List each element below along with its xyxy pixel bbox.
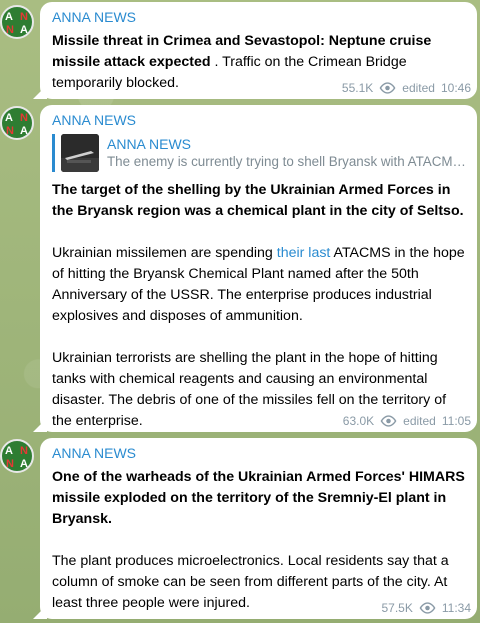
reply-sender: ANNA NEWS bbox=[107, 136, 192, 152]
svg-text:N: N bbox=[6, 125, 14, 137]
svg-text:A: A bbox=[5, 445, 13, 457]
message-meta: 55.1K edited 10:46 bbox=[342, 81, 471, 95]
view-count: 57.5K bbox=[381, 601, 413, 615]
channel-avatar[interactable]: A N N A bbox=[0, 106, 34, 140]
missile-image-icon bbox=[61, 134, 99, 172]
message-headline: The target of the shelling by the Ukrain… bbox=[52, 182, 464, 219]
svg-text:N: N bbox=[20, 445, 28, 457]
message-bubble[interactable]: ANNA NEWS One of the warheads of the Ukr… bbox=[40, 438, 477, 619]
message-paragraph: Ukrainian missilemen are spending their … bbox=[52, 245, 465, 324]
sender-name[interactable]: ANNA NEWS bbox=[52, 111, 467, 129]
timestamp: 11:05 bbox=[441, 414, 471, 428]
view-count: 63.0K bbox=[342, 414, 375, 428]
reply-text: The enemy is currently trying to shell B… bbox=[107, 154, 466, 169]
anna-logo-icon: A N N A bbox=[5, 11, 28, 36]
svg-text:N: N bbox=[6, 24, 14, 36]
svg-text:A: A bbox=[20, 125, 28, 137]
eye-icon bbox=[380, 415, 397, 427]
svg-text:A: A bbox=[20, 24, 28, 36]
sender-name[interactable]: ANNA NEWS bbox=[52, 8, 467, 26]
svg-text:A: A bbox=[20, 458, 28, 470]
svg-text:N: N bbox=[6, 458, 14, 470]
svg-text:A: A bbox=[5, 11, 13, 23]
channel-avatar[interactable]: A N N A bbox=[0, 5, 34, 39]
reply-thumbnail bbox=[61, 134, 99, 172]
message-bubble[interactable]: ANNA NEWS Missile threat in Crimea and S… bbox=[40, 2, 477, 99]
view-count: 55.1K bbox=[341, 81, 374, 95]
message-meta: 57.5K 11:34 bbox=[382, 601, 472, 615]
message-headline: One of the warheads of the Ukrainian Arm… bbox=[52, 469, 465, 527]
edited-label: edited bbox=[403, 414, 436, 428]
edited-label: edited bbox=[402, 81, 435, 95]
eye-icon bbox=[379, 82, 396, 94]
anna-logo-icon: A N N A bbox=[5, 445, 28, 470]
timestamp: 10:46 bbox=[440, 81, 471, 95]
timestamp: 11:34 bbox=[441, 601, 471, 615]
message-meta: 63.0K edited 11:05 bbox=[343, 414, 471, 428]
svg-text:A: A bbox=[5, 112, 13, 124]
sender-name[interactable]: ANNA NEWS bbox=[52, 444, 467, 462]
anna-logo-icon: A N N A bbox=[5, 112, 28, 137]
reply-preview[interactable]: ANNA NEWS The enemy is currently trying … bbox=[52, 134, 467, 172]
svg-text:N: N bbox=[20, 112, 28, 124]
channel-avatar[interactable]: A N N A bbox=[0, 439, 34, 473]
eye-icon bbox=[419, 602, 436, 614]
message-bubble[interactable]: ANNA NEWS ANNA NEWS The enemy is current… bbox=[40, 105, 477, 432]
inline-link[interactable]: their last bbox=[277, 245, 331, 261]
svg-text:N: N bbox=[20, 11, 28, 23]
